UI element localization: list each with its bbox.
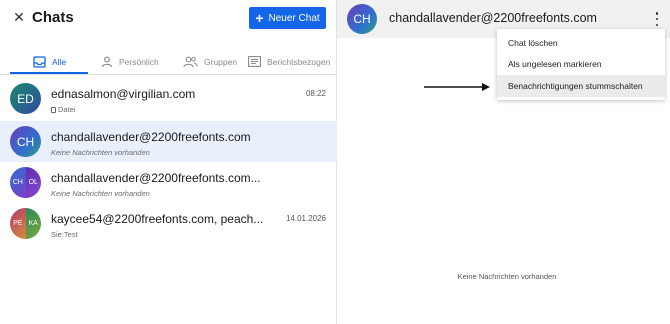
avatar-initials: KA [25,208,41,239]
chat-row[interactable]: ED ednasalmon@virgilian.com Datei 08:22 [0,78,337,121]
person-icon [101,56,113,67]
new-chat-label: Neuer Chat [268,12,320,24]
chat-filter-tabs: Alle Persönlich Gruppen Berichtsbezogen [0,48,337,75]
avatar-initials: OL [25,167,41,198]
chat-preview: Sie:Test [51,230,78,239]
tab-label: Berichtsbezogen [267,56,331,67]
tab-label: Alle [52,56,67,67]
chat-time: 14.01.2026 [285,214,326,223]
conversation-options-menu: Chat löschen Als ungelesen markieren Ben… [497,29,665,100]
chat-name: chandallavender@2200freefonts.com [51,130,251,144]
empty-state-text: Keine Nachrichten vorhanden [457,272,557,281]
chat-list-panel: ✕ Chats + Neuer Chat Alle Persönlich Gru… [0,0,337,324]
plus-icon: + [255,10,264,26]
avatar: ED [10,83,41,114]
chat-name: ednasalmon@virgilian.com [51,87,196,101]
chat-row-selected[interactable]: CH chandallavender@2200freefonts.com Kei… [0,121,337,162]
chat-time: 08:22 [305,89,326,98]
chat-name: kaycee54@2200freefonts.com, peach... [51,212,264,226]
new-chat-button[interactable]: + Neuer Chat [249,7,326,29]
menu-item-mute-notifications[interactable]: Benachrichtigungen stummschalten [497,75,665,97]
page-title: Chats [32,9,74,26]
chat-preview: Keine Nachrichten vorhanden [51,189,150,198]
arrow-right-icon [424,83,490,91]
conversation-panel: CH chandallavender@2200freefonts.com Cha… [337,0,670,324]
chat-preview: Datei [51,105,76,114]
file-icon [51,107,56,113]
chat-list: ED ednasalmon@virgilian.com Datei 08:22 … [0,78,337,244]
group-avatar: CH OL [10,167,41,198]
chat-name: chandallavender@2200freefonts.com... [51,171,261,185]
avatar: CH [347,4,377,34]
active-tab-indicator [10,72,88,74]
chat-row[interactable]: PE KA kaycee54@2200freefonts.com, peach.… [0,203,337,244]
avatar: CH [10,126,41,157]
chat-preview: Keine Nachrichten vorhanden [51,148,150,157]
group-avatar: PE KA [10,208,41,239]
menu-item-delete-chat[interactable]: Chat löschen [497,32,665,54]
tab-label: Persönlich [119,56,159,67]
menu-item-mark-unread[interactable]: Als ungelesen markieren [497,54,665,76]
tab-persoenlich[interactable]: Persönlich [101,48,159,75]
avatar-initials: PE [10,208,26,239]
chat-row[interactable]: CH OL chandallavender@2200freefonts.com.… [0,162,337,203]
chat-list-header: ✕ Chats + Neuer Chat [0,0,337,38]
tab-berichtsbezogen[interactable]: Berichtsbezogen [248,48,330,75]
tab-alle[interactable]: Alle [33,48,66,75]
conversation-title: chandallavender@2200freefonts.com [389,11,597,25]
tab-label: Gruppen [204,56,238,67]
group-icon [183,56,198,67]
chat-preview-text: Datei [58,105,76,114]
report-icon [248,56,261,67]
tab-gruppen[interactable]: Gruppen [183,48,237,75]
more-options-icon[interactable] [654,12,660,26]
avatar-initials: CH [10,167,26,198]
inbox-icon [33,55,46,68]
close-icon[interactable]: ✕ [12,10,26,24]
